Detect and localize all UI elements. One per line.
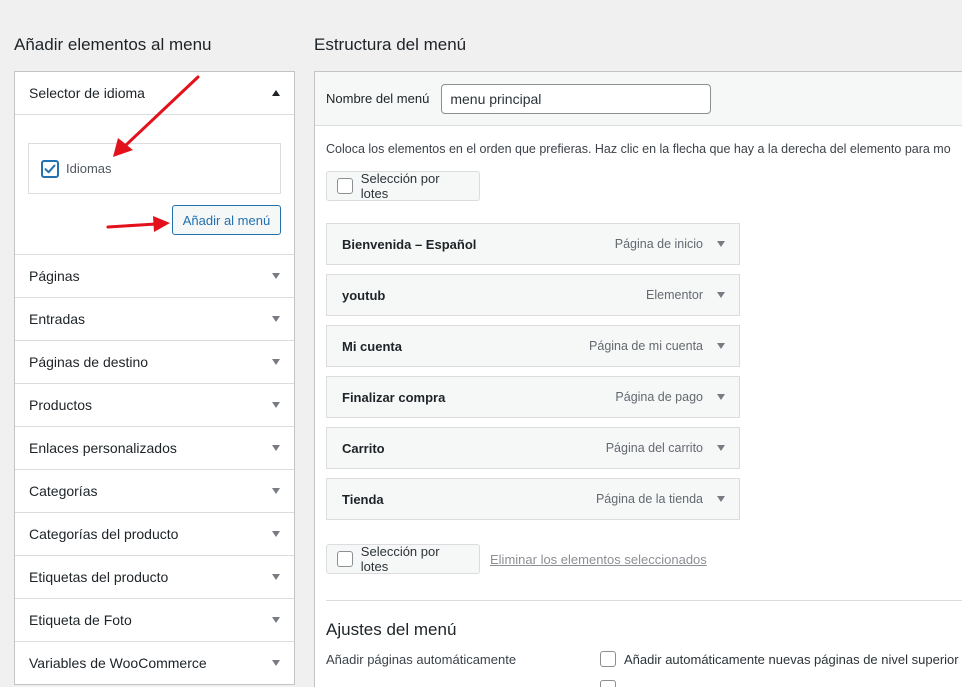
languages-label: Idiomas: [66, 161, 112, 176]
languages-checkbox[interactable]: [41, 159, 59, 178]
language-list: Idiomas: [28, 143, 281, 194]
chevron-down-icon[interactable]: [272, 617, 280, 623]
accordion-pages[interactable]: Páginas: [15, 254, 294, 297]
accordion-product-tags[interactable]: Etiquetas del producto: [15, 555, 294, 598]
bulk-select-checkbox[interactable]: [337, 551, 353, 567]
chevron-down-icon[interactable]: [717, 241, 725, 247]
menu-item-title: Finalizar compra: [342, 389, 446, 405]
accordion-label: Etiquetas del producto: [29, 569, 169, 585]
bulk-select-label: Selección por lotes: [360, 171, 440, 201]
chevron-down-icon[interactable]: [272, 273, 280, 279]
chevron-down-icon[interactable]: [717, 343, 725, 349]
accordion-products[interactable]: Productos: [15, 383, 294, 426]
instructions-text: Coloca los elementos en el orden que pre…: [326, 142, 951, 156]
accordion-label: Selector de idioma: [29, 85, 145, 101]
divider: [326, 600, 962, 601]
chevron-down-icon[interactable]: [717, 394, 725, 400]
menu-item[interactable]: Bienvenida – Español Página de inicio: [326, 223, 740, 265]
chevron-up-icon[interactable]: [272, 90, 280, 96]
menu-item-title: Tienda: [342, 491, 384, 507]
auto-add-pages-label: Añadir páginas automáticamente: [326, 652, 517, 667]
accordion-label: Páginas: [29, 268, 80, 284]
accordion-custom-links[interactable]: Enlaces personalizados: [15, 426, 294, 469]
accordion-photo-tag[interactable]: Etiqueta de Foto: [15, 598, 294, 641]
auto-add-option[interactable]: Añadir automáticamente nuevas páginas de…: [600, 651, 962, 667]
menu-item-type: Página del carrito: [605, 441, 703, 455]
menu-item[interactable]: Mi cuenta Página de mi cuenta: [326, 325, 740, 367]
chevron-down-icon[interactable]: [272, 574, 280, 580]
location-checkbox[interactable]: [600, 680, 616, 687]
chevron-down-icon[interactable]: [272, 359, 280, 365]
add-menu-items-title: Añadir elementos al menu: [14, 35, 212, 54]
chevron-down-icon[interactable]: [272, 531, 280, 537]
menu-item-title: Bienvenida – Español: [342, 236, 477, 252]
menu-settings-title: Ajustes del menú: [326, 620, 457, 639]
accordion-categories[interactable]: Categorías: [15, 469, 294, 512]
auto-add-checkbox[interactable]: [600, 651, 616, 667]
chevron-down-icon[interactable]: [272, 660, 280, 666]
bulk-select-bottom[interactable]: Selección por lotes: [326, 544, 480, 574]
accordion-label: Productos: [29, 397, 93, 413]
menu-item-title: youtub: [342, 287, 386, 303]
menu-item-type: Página de inicio: [614, 237, 703, 251]
accordion-landing-pages[interactable]: Páginas de destino: [15, 340, 294, 383]
chevron-down-icon[interactable]: [272, 445, 280, 451]
accordion-language-selector[interactable]: Selector de idioma: [15, 72, 294, 115]
menu-item[interactable]: Carrito Página del carrito: [326, 427, 740, 469]
accordion-label: Entradas: [29, 311, 86, 327]
bulk-select-checkbox[interactable]: [337, 178, 353, 194]
menu-item-type: Página de pago: [615, 390, 703, 404]
location-option[interactable]: [600, 680, 624, 687]
menu-item[interactable]: Tienda Página de la tienda: [326, 478, 740, 520]
menu-items-list: Bienvenida – Español Página de inicio yo…: [326, 223, 740, 529]
menu-item-type: Elementor: [646, 288, 703, 302]
accordion-posts[interactable]: Entradas: [15, 297, 294, 340]
menu-structure-panel: Nombre del menú Coloca los elementos en …: [314, 71, 962, 687]
bulk-select-top[interactable]: Selección por lotes: [326, 171, 480, 201]
accordion-label: Variables de WooCommerce: [29, 655, 207, 671]
chevron-down-icon[interactable]: [717, 292, 725, 298]
chevron-down-icon[interactable]: [717, 445, 725, 451]
menu-item-title: Carrito: [342, 440, 385, 456]
accordion-product-categories[interactable]: Categorías del producto: [15, 512, 294, 555]
auto-add-option-label: Añadir automáticamente nuevas páginas de…: [624, 651, 962, 667]
chevron-down-icon[interactable]: [272, 316, 280, 322]
accordion-label: Categorías del producto: [29, 526, 179, 542]
chevron-down-icon[interactable]: [717, 496, 725, 502]
menu-item-type: Página de mi cuenta: [589, 339, 703, 353]
delete-selected-link[interactable]: Eliminar los elementos seleccionados: [490, 552, 707, 567]
language-selector-body: Idiomas Añadir al menú: [15, 115, 294, 254]
accordion-label: Categorías: [29, 483, 98, 499]
check-icon: [44, 164, 56, 173]
menu-name-input[interactable]: [441, 83, 712, 114]
menu-item-title: Mi cuenta: [342, 338, 402, 354]
add-to-menu-button[interactable]: Añadir al menú: [172, 205, 281, 235]
bulk-select-label: Selección por lotes: [360, 544, 440, 574]
menu-item-type: Página de la tienda: [595, 492, 703, 506]
accordion-label: Etiqueta de Foto: [29, 612, 132, 628]
chevron-down-icon[interactable]: [272, 402, 280, 408]
accordion-label: Páginas de destino: [29, 354, 149, 370]
add-items-panel: Selector de idioma Idiomas Añadir al men…: [14, 71, 295, 685]
menu-name-label: Nombre del menú: [326, 91, 430, 106]
accordion-label: Enlaces personalizados: [29, 440, 177, 456]
menu-structure-title: Estructura del menú: [314, 35, 467, 54]
menu-name-row: Nombre del menú: [315, 72, 962, 126]
accordion-woocommerce-variables[interactable]: Variables de WooCommerce: [15, 641, 294, 684]
chevron-down-icon[interactable]: [272, 488, 280, 494]
menu-item[interactable]: youtub Elementor: [326, 274, 740, 316]
menu-item[interactable]: Finalizar compra Página de pago: [326, 376, 740, 418]
